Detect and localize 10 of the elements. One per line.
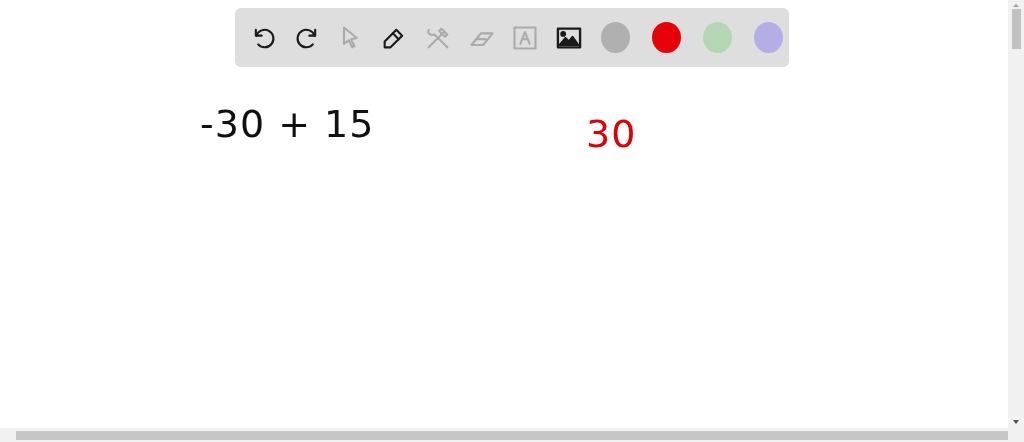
vertical-scrollbar[interactable] (1008, 0, 1024, 428)
color-swatch[interactable] (754, 22, 783, 53)
handwritten-text: -30 + 15 (200, 102, 375, 146)
text-icon (511, 23, 540, 52)
color-swatch[interactable] (601, 22, 631, 53)
horizontal-scrollbar[interactable] (0, 428, 1024, 442)
whiteboard-canvas[interactable]: -30 + 15 30 (0, 0, 1008, 428)
color-swatch[interactable] (703, 22, 733, 53)
color-swatch[interactable] (652, 22, 682, 53)
handwritten-text: 30 (586, 112, 637, 156)
